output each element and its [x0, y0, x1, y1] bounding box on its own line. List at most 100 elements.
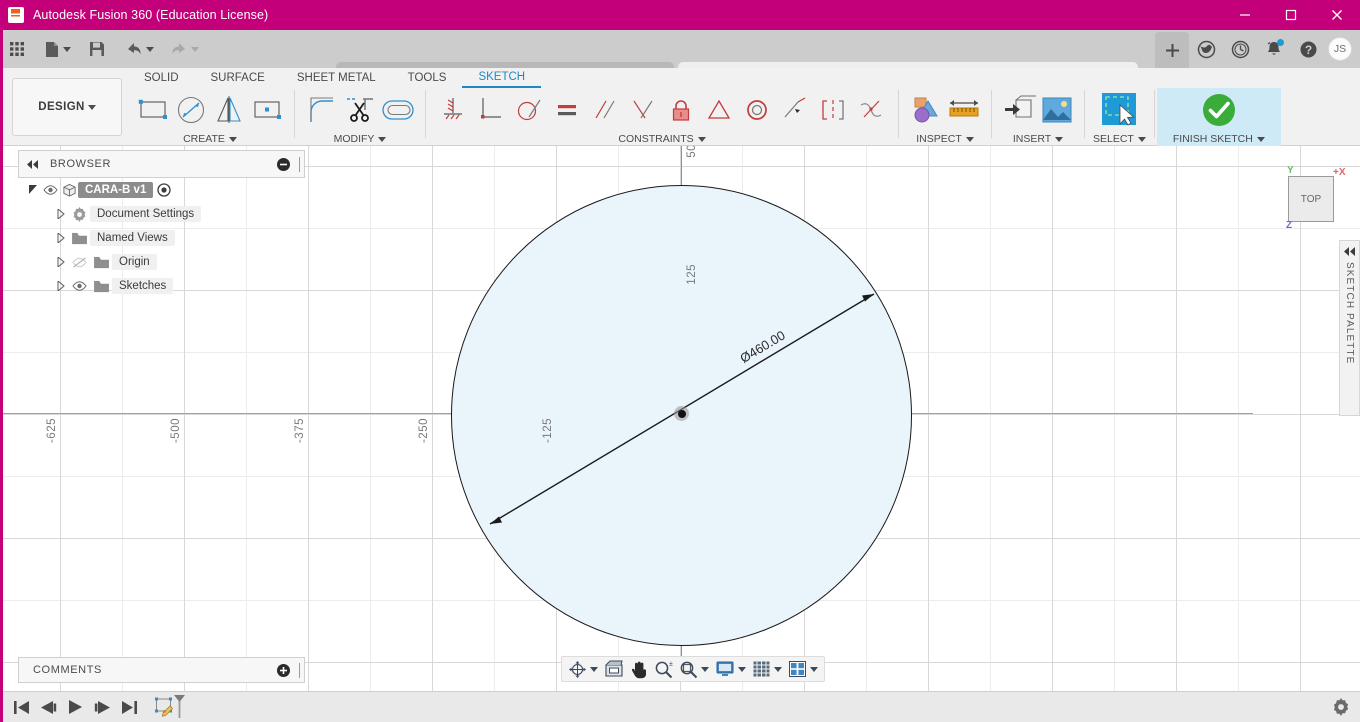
- equal-icon[interactable]: [548, 90, 586, 130]
- expand-arrow-icon[interactable]: [54, 202, 68, 226]
- sketch-origin-point[interactable]: [674, 406, 689, 421]
- viewport-layout-icon[interactable]: [785, 657, 821, 681]
- curvature-icon[interactable]: [852, 90, 890, 130]
- expand-arrow-icon[interactable]: [54, 250, 68, 274]
- expand-arrow-icon[interactable]: [54, 226, 68, 250]
- ribbon-tab-sketch[interactable]: SKETCH: [462, 68, 542, 88]
- close-icon[interactable]: [1314, 0, 1360, 30]
- tree-node-cara-b[interactable]: CARA-B v1: [18, 178, 305, 202]
- offset-icon[interactable]: [379, 90, 417, 130]
- sketch-palette-tab[interactable]: SKETCH PALETTE: [1339, 240, 1360, 416]
- help-icon[interactable]: ?: [1291, 30, 1325, 68]
- app-grid-icon[interactable]: [0, 30, 30, 68]
- chevron-down-icon[interactable]: [1256, 136, 1265, 142]
- tree-node-origin[interactable]: Origin: [18, 250, 305, 274]
- design-canvas[interactable]: Ø460.00 -625 -500 -375 -250 -125 50 125 …: [0, 146, 1360, 691]
- redo-icon[interactable]: [165, 30, 204, 68]
- ribbon-group-label-modify[interactable]: MODIFY: [334, 132, 387, 146]
- fit-zoom-icon[interactable]: [676, 657, 712, 681]
- orbit-icon[interactable]: [565, 657, 601, 681]
- horizontal-vertical-icon[interactable]: [472, 90, 510, 130]
- chevron-down-icon[interactable]: [228, 136, 237, 142]
- concentric-icon[interactable]: [738, 90, 776, 130]
- tree-node-document-settings[interactable]: Document Settings: [18, 202, 305, 226]
- collapse-left-icon[interactable]: [27, 159, 40, 169]
- perpendicular-icon[interactable]: [624, 90, 662, 130]
- skip-to-end-icon[interactable]: [116, 692, 143, 722]
- parallel-icon[interactable]: [586, 90, 624, 130]
- ribbon-tab-surface[interactable]: SURFACE: [195, 68, 281, 88]
- ribbon-group-label-insert[interactable]: INSERT: [1013, 132, 1064, 146]
- expand-arrow-icon[interactable]: [26, 178, 40, 202]
- chevron-down-icon[interactable]: [697, 136, 706, 142]
- chevron-down-icon[interactable]: [63, 46, 71, 52]
- new-file-icon[interactable]: [40, 30, 76, 68]
- chevron-down-icon[interactable]: [810, 666, 818, 672]
- expand-arrow-icon[interactable]: [54, 274, 68, 298]
- finish-check-icon[interactable]: [1193, 90, 1245, 130]
- eye-hidden-icon[interactable]: [68, 250, 90, 274]
- chevron-down-icon[interactable]: [191, 46, 199, 52]
- ribbon-tab-sheet-metal[interactable]: SHEET METAL: [281, 68, 392, 88]
- ground-constraint-icon[interactable]: [434, 90, 472, 130]
- insert-derive-icon[interactable]: [1000, 90, 1038, 130]
- trim-scissors-icon[interactable]: [341, 90, 379, 130]
- measure-solids-icon[interactable]: [907, 90, 945, 130]
- ribbon-group-label-finish-sketch[interactable]: FINISH SKETCH: [1173, 132, 1265, 146]
- chevron-down-icon[interactable]: [1137, 136, 1146, 142]
- chevron-down-icon[interactable]: [965, 136, 974, 142]
- tangent-icon[interactable]: [510, 90, 548, 130]
- step-forward-icon[interactable]: [89, 692, 116, 722]
- zoom-icon[interactable]: ±: [651, 657, 676, 681]
- grid-snaps-icon[interactable]: [749, 657, 785, 681]
- play-icon[interactable]: [62, 692, 89, 722]
- save-icon[interactable]: [84, 30, 110, 68]
- maximize-icon[interactable]: [1268, 0, 1314, 30]
- chevron-down-icon[interactable]: [738, 666, 746, 672]
- undo-icon[interactable]: [120, 30, 159, 68]
- eye-visible-icon[interactable]: [68, 274, 90, 298]
- panel-resize-handle[interactable]: [299, 662, 300, 678]
- chevron-down-icon[interactable]: [701, 666, 709, 672]
- panel-resize-handle[interactable]: [299, 156, 300, 172]
- clock-icon[interactable]: [1223, 30, 1257, 68]
- ribbon-group-label-create[interactable]: CREATE: [183, 132, 237, 146]
- skip-to-beginning-icon[interactable]: [8, 692, 35, 722]
- ribbon-group-finish-sketch[interactable]: FINISH SKETCH: [1156, 88, 1281, 146]
- look-at-icon[interactable]: [601, 657, 627, 681]
- symmetry-icon[interactable]: [814, 90, 852, 130]
- insert-image-icon[interactable]: [1038, 90, 1076, 130]
- tree-node-named-views[interactable]: Named Views: [18, 226, 305, 250]
- comments-panel-header[interactable]: COMMENTS: [18, 657, 305, 683]
- pan-hand-icon[interactable]: [627, 657, 651, 681]
- collapse-left-icon[interactable]: [1343, 247, 1356, 256]
- ribbon-group-label-inspect[interactable]: INSPECT: [916, 132, 974, 146]
- view-cube[interactable]: TOP Y +X Z: [1280, 165, 1346, 231]
- step-backward-icon[interactable]: [35, 692, 62, 722]
- chevron-down-icon[interactable]: [378, 136, 387, 142]
- new-tab-plus-icon[interactable]: [1155, 32, 1189, 68]
- chevron-down-icon[interactable]: [1055, 136, 1064, 142]
- avatar[interactable]: JS: [1328, 37, 1352, 61]
- midpoint-icon[interactable]: [700, 90, 738, 130]
- ribbon-tab-solid[interactable]: SOLID: [128, 68, 195, 88]
- mirror-icon[interactable]: [210, 90, 248, 130]
- view-cube-face[interactable]: TOP: [1288, 176, 1334, 222]
- chevron-down-icon[interactable]: [87, 104, 96, 110]
- sketch-feature-icon[interactable]: [155, 694, 185, 720]
- ribbon-tab-tools[interactable]: TOOLS: [392, 68, 463, 88]
- circle-diameter-icon[interactable]: [172, 90, 210, 130]
- workspace-switcher-button[interactable]: DESIGN: [12, 78, 122, 136]
- measure-ruler-icon[interactable]: [945, 90, 983, 130]
- fix-lock-icon[interactable]: [662, 90, 700, 130]
- center-rectangle-icon[interactable]: [248, 90, 286, 130]
- chevron-down-icon[interactable]: [590, 666, 598, 672]
- ribbon-group-label-select[interactable]: SELECT: [1093, 132, 1146, 146]
- tree-node-sketches[interactable]: Sketches: [18, 274, 305, 298]
- plus-circle-icon[interactable]: [277, 663, 290, 677]
- ribbon-group-label-constraints[interactable]: CONSTRAINTS: [618, 132, 706, 146]
- settings-gear-icon[interactable]: [1332, 698, 1350, 721]
- activate-target-icon[interactable]: [157, 178, 171, 202]
- display-settings-icon[interactable]: [712, 657, 749, 681]
- fillet-icon[interactable]: [303, 90, 341, 130]
